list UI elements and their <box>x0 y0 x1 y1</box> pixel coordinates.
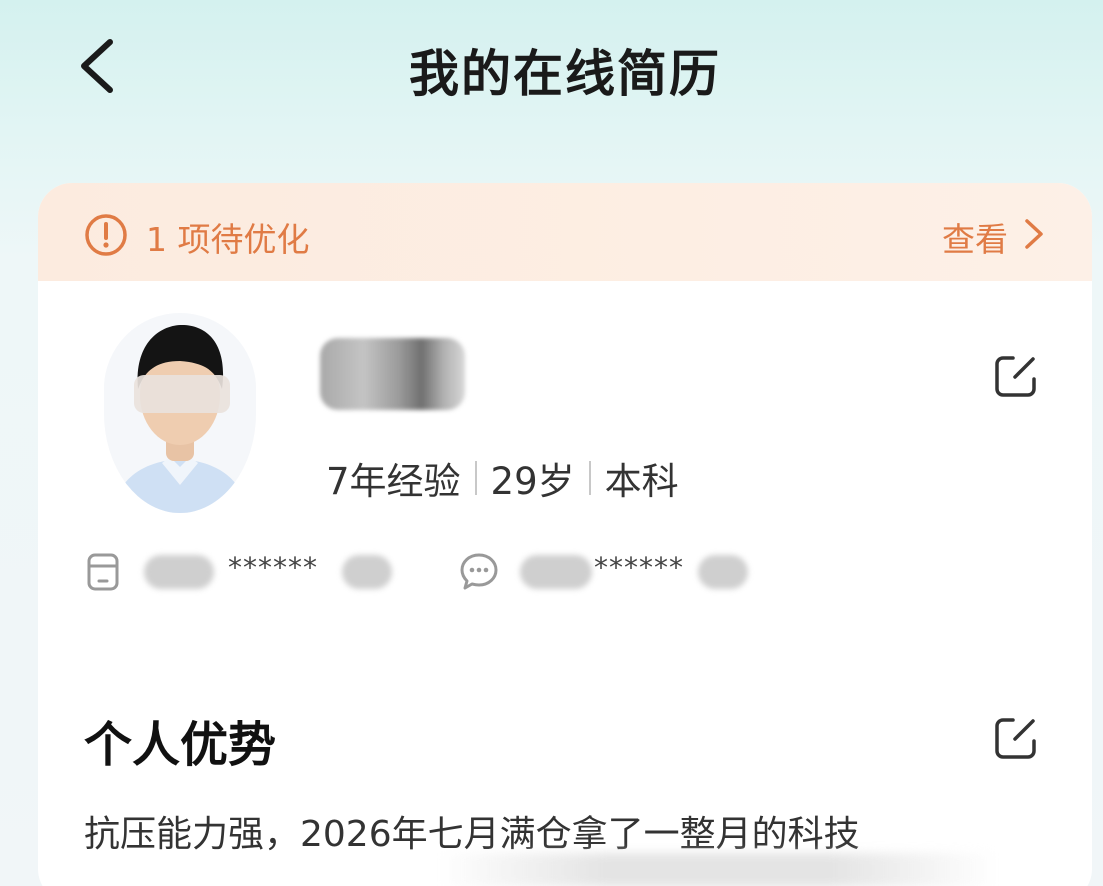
advantages-title: 个人优势 <box>84 717 277 773</box>
resume-card: 1 项待优化 查看 7年经验 29岁 本科 ****** ****** 个人优势… <box>38 183 1092 886</box>
divider <box>474 461 477 495</box>
education-text: 本科 <box>604 460 679 503</box>
avatar[interactable] <box>104 313 256 513</box>
avatar-photo-icon <box>104 313 256 513</box>
phone-blur-start <box>144 555 214 589</box>
nav-bar: 我的在线简历 <box>0 0 1103 140</box>
edit-icon[interactable] <box>993 715 1039 761</box>
view-link[interactable]: 查看 <box>942 213 1008 261</box>
wechat-blur-end <box>698 555 748 589</box>
advantages-text: 抗压能力强，2026年七月满仓拿了一整月的科技 <box>84 814 860 855</box>
profile-meta: 7年经验 29岁 本科 <box>326 451 679 505</box>
blurred-text-line <box>438 853 998 886</box>
wechat-icon <box>460 553 498 590</box>
age-text: 29岁 <box>490 460 575 503</box>
divider <box>588 461 591 495</box>
edit-icon[interactable] <box>993 353 1039 399</box>
wechat-masked: ****** <box>594 551 684 584</box>
name-placeholder <box>320 338 465 410</box>
phone-icon <box>87 553 119 591</box>
banner-text: 1 项待优化 <box>146 220 310 259</box>
chevron-right-icon <box>1025 219 1043 249</box>
phone-masked: ****** <box>228 551 318 584</box>
experience-text: 7年经验 <box>326 460 461 503</box>
exclamation-circle-icon <box>85 214 127 256</box>
page-title: 我的在线简历 <box>409 45 721 103</box>
phone-blur-end <box>342 555 392 589</box>
wechat-blur-start <box>520 555 592 589</box>
optimization-banner[interactable]: 1 项待优化 查看 <box>38 183 1092 281</box>
